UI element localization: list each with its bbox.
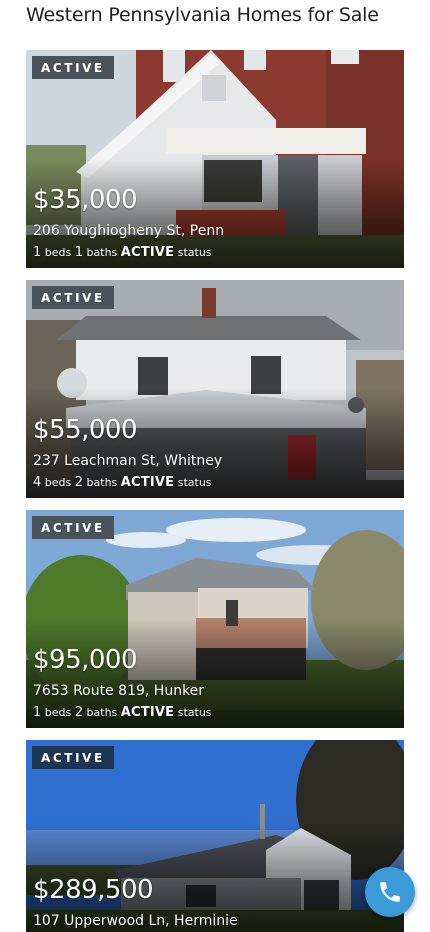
beds-count: 1 [33,245,42,260]
status-badge: ACTIVE [32,746,114,769]
listing-details: 1 beds 2 baths ACTIVE status [33,705,212,720]
beds-label: beds [44,706,72,719]
listing-card[interactable]: ACTIVE $95,000 7653 Route 819, Hunker 1 … [26,510,404,728]
status-value: ACTIVE [120,705,175,720]
baths-count: 2 [74,475,84,490]
call-button[interactable] [365,867,415,917]
listing-price: $289,500 [33,875,154,905]
baths-count: 1 [74,245,84,260]
page-title: Western Pennsylvania Homes for Sale [26,4,379,26]
listing-details: 4 beds 2 baths ACTIVE status [33,475,212,490]
listing-card[interactable]: ACTIVE $35,000 206 Youghiogheny St, Penn… [26,50,404,268]
beds-label: beds [44,246,72,259]
status-badge: ACTIVE [32,286,114,309]
listing-address[interactable]: 7653 Route 819, Hunker [33,683,204,699]
listing-price: $95,000 [33,645,138,675]
status-value: ACTIVE [120,475,175,490]
listing-card[interactable]: ACTIVE $55,000 237 Leachman St, Whitney … [26,280,404,498]
beds-count: 1 [33,705,42,720]
status-badge: ACTIVE [32,516,114,539]
listing-details: 1 beds 1 baths ACTIVE status [33,245,212,260]
status-badge: ACTIVE [32,56,114,79]
beds-label: beds [44,476,72,489]
status-label: status [177,476,212,489]
baths-label: baths [86,706,118,719]
status-label: status [177,706,212,719]
listing-address[interactable]: 237 Leachman St, Whitney [33,453,222,469]
baths-label: baths [86,246,118,259]
status-value: ACTIVE [120,245,175,260]
baths-count: 2 [74,705,84,720]
listing-price: $55,000 [33,415,138,445]
listing-card[interactable]: ACTIVE $289,500 107 Upperwood Ln, Hermin… [26,740,404,932]
baths-label: baths [86,476,118,489]
beds-count: 4 [33,475,42,490]
phone-icon [380,882,400,902]
listing-address[interactable]: 206 Youghiogheny St, Penn [33,223,224,239]
status-label: status [177,246,212,259]
listing-address[interactable]: 107 Upperwood Ln, Herminie [33,913,238,929]
listing-price: $35,000 [33,185,138,215]
